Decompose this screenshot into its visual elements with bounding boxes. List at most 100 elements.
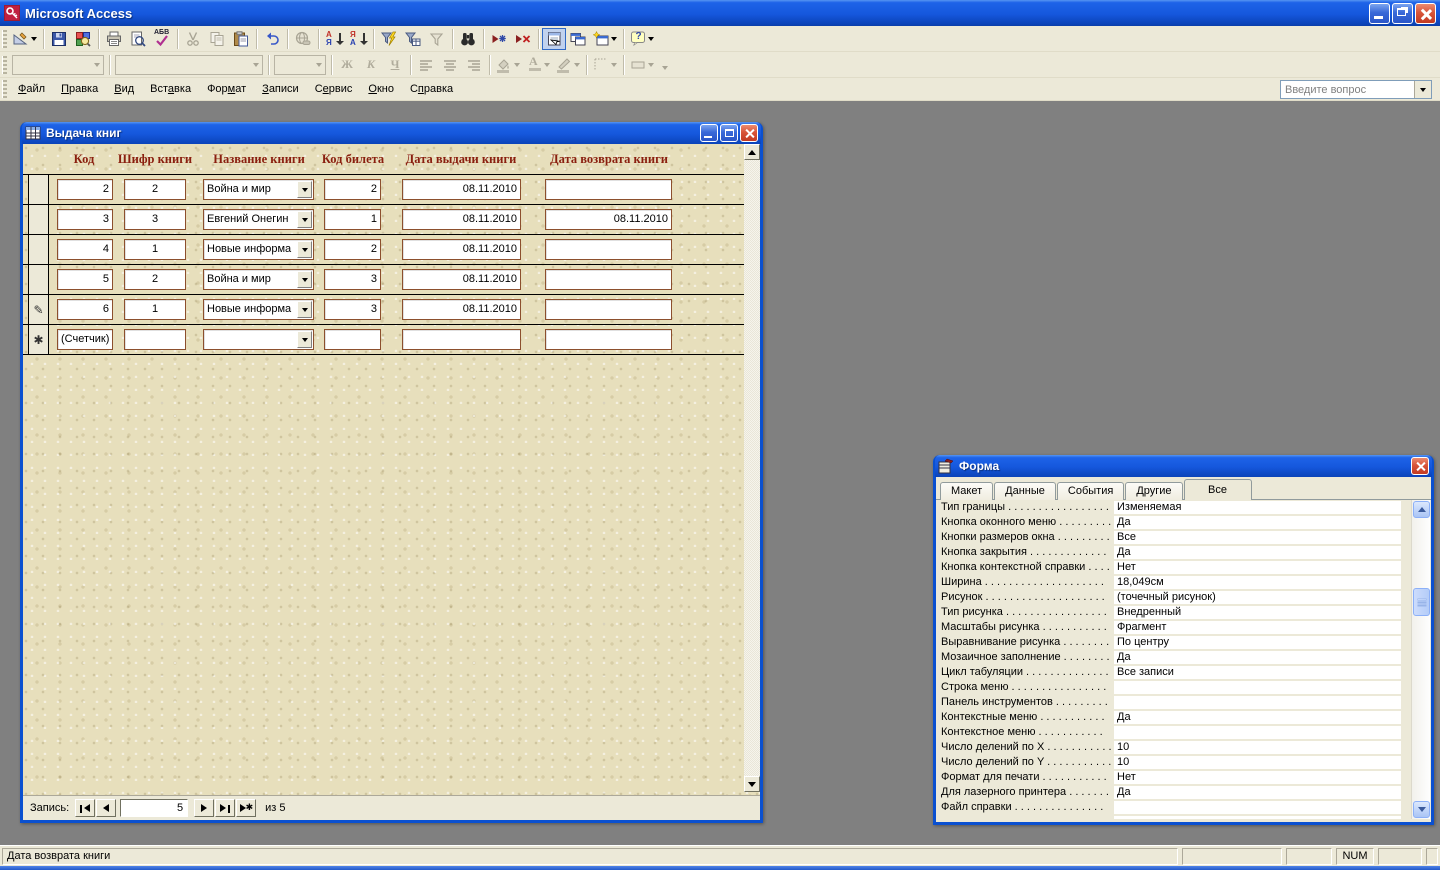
field-shifr[interactable]: 3 (124, 209, 186, 230)
tab-drugie[interactable]: Другие (1125, 482, 1182, 500)
menu-records[interactable]: Записи (254, 80, 307, 98)
new-object-button[interactable] (590, 28, 620, 50)
filter-by-form-button[interactable] (401, 28, 425, 50)
field-data-vozvrata[interactable] (545, 179, 672, 200)
next-record-button[interactable] (194, 799, 214, 817)
scrollbar-thumb[interactable] (1413, 588, 1430, 616)
field-kod[interactable]: 2 (57, 179, 113, 200)
property-value[interactable]: Да (1114, 711, 1401, 724)
property-value[interactable] (1114, 801, 1401, 814)
field-kod[interactable]: 5 (57, 269, 113, 290)
delete-record-button[interactable] (511, 28, 535, 50)
field-kod-new[interactable]: (Счетчик) (57, 329, 113, 350)
spelling-button[interactable]: АБВ (150, 28, 174, 50)
sort-descending-button[interactable]: Я А (346, 28, 370, 50)
property-value[interactable]: По центру (1114, 636, 1401, 649)
field-kniga-combo[interactable]: Война и мир (203, 269, 314, 290)
form-window-titlebar[interactable]: Выдача книг (22, 122, 761, 144)
field-kniga-combo[interactable]: Новые информа (203, 299, 314, 320)
cut-button[interactable] (181, 28, 205, 50)
field-shifr[interactable]: 2 (124, 269, 186, 290)
properties-close-button[interactable] (1411, 457, 1429, 475)
database-window-button[interactable] (566, 28, 590, 50)
property-value[interactable]: Да (1114, 516, 1401, 529)
field-kniga-combo-new[interactable] (203, 329, 314, 350)
record-selector[interactable] (28, 265, 49, 294)
italic-button[interactable]: К (359, 54, 383, 76)
field-shifr[interactable]: 1 (124, 239, 186, 260)
new-record-nav-button[interactable]: ✱ (236, 799, 256, 817)
font-color-button[interactable]: А (523, 54, 553, 76)
menu-insert[interactable]: Вставка (142, 80, 199, 98)
first-record-button[interactable] (75, 799, 95, 817)
toolbar-grip[interactable] (2, 30, 7, 48)
field-bilet[interactable]: 1 (324, 209, 381, 230)
field-shifr-new[interactable] (124, 329, 186, 350)
new-record-button[interactable] (487, 28, 511, 50)
filter-button[interactable] (425, 28, 449, 50)
field-kod[interactable]: 3 (57, 209, 113, 230)
field-data-vydachi[interactable]: 08.11.2010 (402, 209, 521, 230)
form-vertical-scrollbar[interactable] (744, 144, 760, 792)
form-minimize-button[interactable] (700, 124, 718, 142)
toolbar-options-button[interactable] (657, 54, 671, 76)
field-kniga-combo[interactable]: Война и мир (203, 179, 314, 200)
field-bilet[interactable]: 2 (324, 179, 381, 200)
menu-view[interactable]: Вид (106, 80, 142, 98)
field-data-vydachi[interactable]: 08.11.2010 (402, 299, 521, 320)
tab-sobytiya[interactable]: События (1057, 482, 1124, 500)
menu-edit[interactable]: Правка (53, 80, 106, 98)
property-value[interactable]: Все (1114, 531, 1401, 544)
last-record-button[interactable] (215, 799, 235, 817)
property-value[interactable]: Да (1114, 786, 1401, 799)
menu-help[interactable]: Справка (402, 80, 461, 98)
align-center-button[interactable] (438, 54, 462, 76)
file-search-button[interactable] (71, 28, 95, 50)
copy-button[interactable] (205, 28, 229, 50)
field-data-vozvrata[interactable]: 08.11.2010 (545, 209, 672, 230)
scroll-down-button[interactable] (1413, 801, 1430, 818)
property-value[interactable]: Нет (1114, 561, 1401, 574)
field-data-vydachi[interactable]: 08.11.2010 (402, 269, 521, 290)
field-bilet[interactable]: 3 (324, 299, 381, 320)
property-value[interactable]: Нет (1114, 771, 1401, 784)
current-record-input[interactable]: 5 (120, 799, 188, 817)
ask-question-dropdown[interactable] (1414, 81, 1431, 98)
property-value[interactable]: 10 (1114, 756, 1401, 769)
print-preview-button[interactable] (126, 28, 150, 50)
property-value[interactable]: 18,049см (1114, 576, 1401, 589)
property-value[interactable]: (точечный рисунок) (1114, 591, 1401, 604)
menu-tools[interactable]: Сервис (307, 80, 361, 98)
tab-maket[interactable]: Макет (940, 482, 993, 500)
scroll-down-button[interactable] (744, 776, 760, 792)
fill-color-button[interactable] (493, 54, 523, 76)
field-bilet-new[interactable] (324, 329, 381, 350)
tab-vse[interactable]: Все (1184, 479, 1252, 500)
ask-question-box[interactable]: Введите вопрос (1280, 80, 1432, 99)
record-selector-new[interactable]: ✱ (28, 325, 49, 354)
app-minimize-button[interactable] (1369, 3, 1390, 24)
property-value[interactable] (1114, 726, 1401, 739)
property-value[interactable]: Да (1114, 651, 1401, 664)
menu-file[interactable]: Файл (10, 80, 53, 98)
app-restore-button[interactable] (1392, 3, 1413, 24)
field-data-vozvrata[interactable] (545, 269, 672, 290)
align-right-button[interactable] (462, 54, 486, 76)
bold-button[interactable]: Ж (335, 54, 359, 76)
properties-window-titlebar[interactable]: Форма (935, 455, 1432, 477)
record-selector[interactable] (28, 175, 49, 204)
field-kniga-combo[interactable]: Евгений Онегин (203, 209, 314, 230)
property-value[interactable]: 10 (1114, 741, 1401, 754)
field-data-vydachi[interactable]: 08.11.2010 (402, 179, 521, 200)
record-selector-editing[interactable]: ✎ (28, 295, 49, 324)
combo-dropdown-button[interactable] (297, 331, 312, 348)
help-button[interactable]: ? (627, 28, 657, 50)
border-button[interactable] (590, 54, 620, 76)
form-close-button[interactable] (740, 124, 758, 142)
app-close-button[interactable] (1415, 3, 1436, 24)
align-left-button[interactable] (414, 54, 438, 76)
property-value[interactable]: Все записи (1114, 666, 1401, 679)
record-selector[interactable] (28, 235, 49, 264)
record-selector[interactable] (28, 205, 49, 234)
find-button[interactable] (456, 28, 480, 50)
